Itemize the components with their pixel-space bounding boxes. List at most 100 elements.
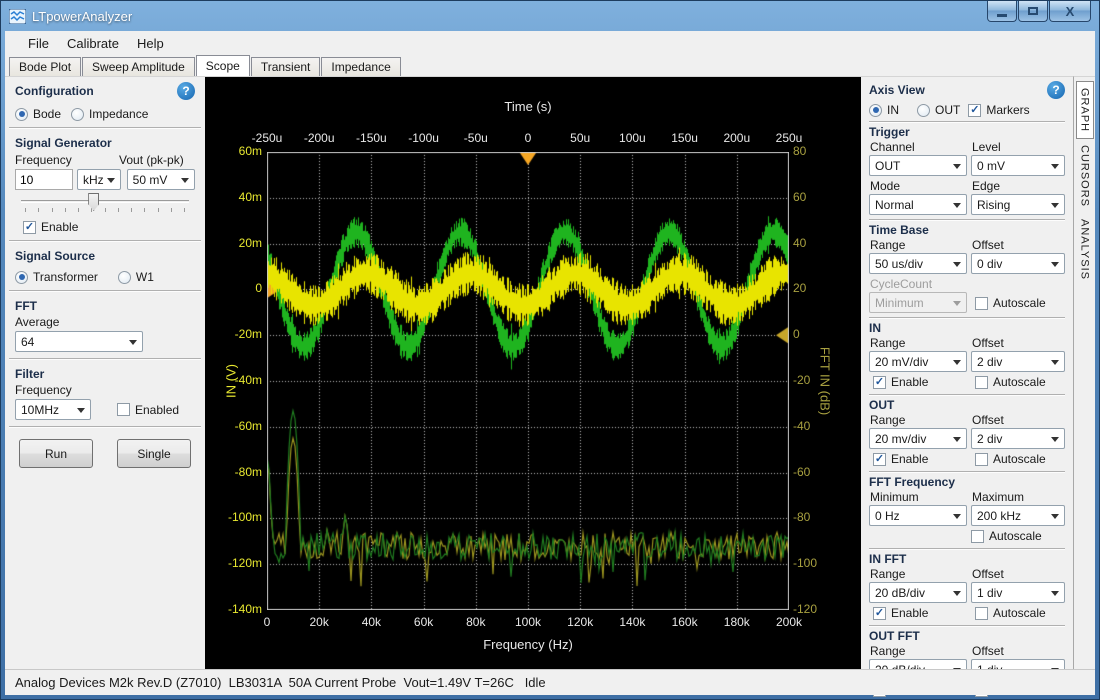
help-icon[interactable]: ? — [1047, 81, 1065, 99]
out-enable-checkbox[interactable]: ✓ — [873, 453, 886, 466]
chevron-down-icon — [1051, 514, 1059, 519]
axis-in-radio[interactable] — [869, 104, 882, 117]
trigger-mode-dropdown[interactable]: Normal — [869, 194, 967, 215]
frequency-slider[interactable] — [15, 190, 195, 212]
in-fft-enable-checkbox[interactable]: ✓ — [873, 607, 886, 620]
fft-average-dropdown[interactable]: 64 — [15, 331, 143, 352]
time-base-autoscale-checkbox[interactable] — [975, 297, 988, 310]
cyclecount-dropdown: Minimum — [869, 292, 967, 313]
time-tick-label: 100u — [619, 131, 646, 145]
fft-average-label: Average — [15, 315, 195, 329]
markers-checkbox[interactable]: ✓ — [968, 104, 981, 117]
in-tick-label: 40m — [205, 190, 262, 204]
tab-transient[interactable]: Transient — [251, 57, 321, 76]
frequency-tick-label: 120k — [567, 615, 593, 629]
minimize-button[interactable] — [987, 1, 1017, 22]
trigger-level-value: 0 mV — [977, 159, 1005, 173]
fft-minimum-dropdown[interactable]: 0 Hz — [869, 505, 967, 526]
in-fft-range-dropdown[interactable]: 20 dB/div — [869, 582, 967, 603]
out-autoscale-checkbox[interactable] — [975, 453, 988, 466]
time-tick-label: 50u — [570, 131, 590, 145]
cyclecount-label: CycleCount — [870, 277, 967, 291]
signal-generator-enable-checkbox[interactable]: ✓ — [23, 221, 36, 234]
signal-source-header: Signal Source — [15, 249, 195, 263]
tab-impedance[interactable]: Impedance — [321, 57, 400, 76]
time-base-offset-dropdown[interactable]: 0 div — [971, 253, 1065, 274]
vout-dropdown[interactable]: 50 mV — [127, 169, 195, 190]
separator — [869, 625, 1065, 627]
frequency-tick-label: 200k — [776, 615, 802, 629]
in-autoscale-checkbox[interactable] — [975, 376, 988, 389]
in-tick-label: -60m — [205, 419, 262, 433]
help-icon[interactable]: ? — [177, 82, 195, 100]
title-bar[interactable]: LTpowerAnalyzer X — [1, 1, 1099, 31]
fft-maximum-dropdown[interactable]: 200 kHz — [971, 505, 1065, 526]
fft-tick-label: 80 — [793, 144, 806, 158]
single-button[interactable]: Single — [117, 439, 191, 468]
filter-enabled-checkbox[interactable] — [117, 403, 130, 416]
menu-item-calibrate[interactable]: Calibrate — [58, 33, 128, 54]
trigger-channel-value: OUT — [875, 159, 900, 173]
frequency-unit-dropdown[interactable]: kHz — [77, 169, 121, 190]
plot-area[interactable] — [267, 152, 789, 610]
axis-out-radio[interactable] — [917, 104, 930, 117]
in-fft-offset-dropdown[interactable]: 1 div — [971, 582, 1065, 603]
fft-minimum-value: 0 Hz — [875, 509, 900, 523]
out-offset-label: Offset — [972, 413, 1065, 427]
out-range-dropdown[interactable]: 20 mv/div — [869, 428, 967, 449]
in-offset-dropdown[interactable]: 2 div — [971, 351, 1065, 372]
filter-frequency-label: Frequency — [15, 383, 195, 397]
in-offset-value: 2 div — [977, 355, 1002, 369]
side-tab-graph[interactable]: GRAPH — [1076, 81, 1094, 139]
out-offset-dropdown[interactable]: 2 div — [971, 428, 1065, 449]
fft-frequency-autoscale-checkbox[interactable] — [971, 530, 984, 543]
frequency-input[interactable] — [15, 169, 73, 190]
frequency-unit-value: kHz — [83, 173, 104, 187]
chevron-down-icon — [1051, 262, 1059, 267]
in-enable-checkbox[interactable]: ✓ — [873, 376, 886, 389]
time-base-range-dropdown[interactable]: 50 us/div — [869, 253, 967, 274]
separator — [869, 394, 1065, 396]
in-fft-autoscale-checkbox[interactable] — [975, 607, 988, 620]
tab-bode-plot[interactable]: Bode Plot — [9, 57, 81, 76]
fft-maximum-label: Maximum — [972, 490, 1065, 504]
tab-scope[interactable]: Scope — [196, 55, 250, 76]
maximize-button[interactable] — [1018, 1, 1048, 22]
frequency-label: Frequency — [15, 153, 119, 167]
side-tab-cursors[interactable]: CURSORS — [1077, 139, 1093, 213]
separator — [9, 358, 201, 360]
frequency-tick-label: 180k — [724, 615, 750, 629]
chevron-down-icon — [77, 408, 85, 413]
trigger-edge-dropdown[interactable]: Rising — [971, 194, 1065, 215]
side-tab-analysis[interactable]: ANALYSIS — [1077, 213, 1093, 286]
trigger-channel-dropdown[interactable]: OUT — [869, 155, 967, 176]
in-tick-label: -100m — [205, 510, 262, 524]
in-fft-range-value: 20 dB/div — [875, 586, 925, 600]
out-fft-header: OUT FFT — [869, 629, 1065, 643]
time-axis-title: Time (s) — [504, 99, 551, 114]
menu-item-help[interactable]: Help — [128, 33, 173, 54]
time-tick-label: -50u — [464, 131, 488, 145]
scope-settings-panel: Configuration ? Bode Impedance Signal Ge… — [5, 76, 205, 669]
trigger-edge-label: Edge — [972, 179, 1065, 193]
chevron-down-icon — [181, 178, 189, 183]
in-range-dropdown[interactable]: 20 mV/div — [869, 351, 967, 372]
menu-bar: File Calibrate Help — [5, 31, 1095, 55]
impedance-radio[interactable] — [71, 108, 84, 121]
fft-header: FFT — [15, 299, 195, 313]
fft-tick-label: 40 — [793, 236, 806, 250]
in-fft-autoscale-label: Autoscale — [993, 606, 1046, 620]
status-bar: Analog Devices M2k Rev.D (Z7010) LB3031A… — [5, 669, 1095, 695]
axis-in-radio-label: IN — [887, 103, 899, 117]
w1-radio[interactable] — [118, 271, 131, 284]
close-button[interactable]: X — [1049, 1, 1091, 22]
tab-sweep-amplitude[interactable]: Sweep Amplitude — [82, 57, 195, 76]
run-button[interactable]: Run — [19, 439, 93, 468]
bode-radio[interactable] — [15, 108, 28, 121]
menu-item-file[interactable]: File — [19, 33, 58, 54]
chevron-down-icon — [1051, 591, 1059, 596]
transformer-radio[interactable] — [15, 271, 28, 284]
filter-frequency-dropdown[interactable]: 10MHz — [15, 399, 91, 420]
in-tick-label: 20m — [205, 236, 262, 250]
trigger-level-dropdown[interactable]: 0 mV — [971, 155, 1065, 176]
